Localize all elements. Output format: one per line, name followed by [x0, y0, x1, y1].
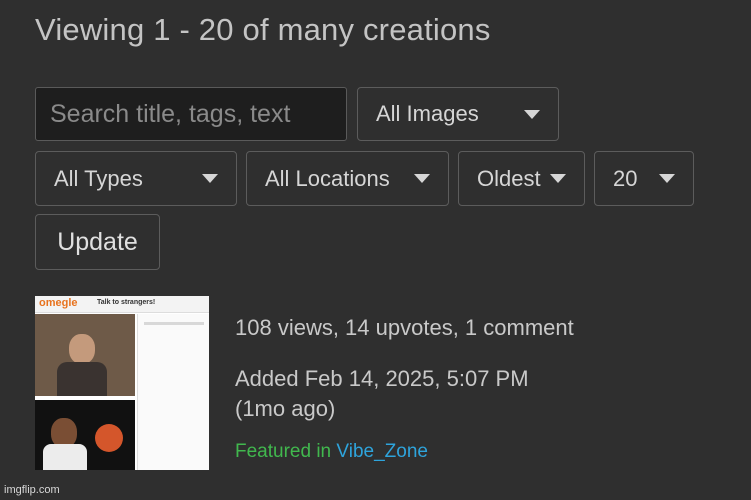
watermark: imgflip.com: [4, 484, 60, 496]
basketball: [95, 424, 123, 452]
post-added-date: Added Feb 14, 2025, 5:07 PM (1mo ago): [235, 364, 529, 424]
page-title: Viewing 1 - 20 of many creations: [35, 12, 491, 47]
added-relative: (1mo ago): [235, 396, 336, 421]
thumbnail-tagline: Talk to strangers!: [97, 299, 156, 306]
chevron-down-icon: [550, 174, 566, 183]
person-body: [43, 444, 87, 470]
type-filter-select[interactable]: All Types: [35, 151, 237, 206]
thumbnail-header: omegle Talk to strangers!: [35, 296, 209, 313]
chat-panel: [137, 314, 209, 470]
featured-in: Featured in Vibe_Zone: [235, 441, 428, 463]
video-feed-top: [35, 314, 135, 396]
omegle-logo: omegle: [39, 297, 78, 309]
search-box[interactable]: [35, 87, 347, 141]
image-filter-label: All Images: [376, 101, 479, 126]
location-filter-label: All Locations: [265, 165, 390, 191]
type-filter-label: All Types: [54, 165, 143, 191]
sort-select[interactable]: Oldest: [458, 151, 585, 206]
search-input[interactable]: [36, 88, 346, 140]
featured-prefix: Featured in: [235, 441, 332, 462]
video-feed-bottom: [35, 400, 135, 470]
person-body: [57, 362, 107, 396]
creation-thumbnail[interactable]: omegle Talk to strangers!: [35, 296, 209, 470]
image-filter-select[interactable]: All Images: [357, 87, 559, 141]
chevron-down-icon: [414, 174, 430, 183]
update-button[interactable]: Update: [35, 214, 160, 270]
post-stats: 108 views, 14 upvotes, 1 comment: [235, 315, 574, 340]
sort-label: Oldest: [477, 165, 541, 191]
stream-link[interactable]: Vibe_Zone: [336, 441, 428, 462]
added-timestamp: Added Feb 14, 2025, 5:07 PM: [235, 366, 529, 391]
chat-line: [144, 322, 204, 325]
chevron-down-icon: [524, 109, 540, 119]
person-face: [69, 334, 95, 364]
location-filter-select[interactable]: All Locations: [246, 151, 449, 206]
chevron-down-icon: [659, 174, 675, 183]
per-page-select[interactable]: 20: [594, 151, 694, 206]
per-page-label: 20: [613, 165, 638, 191]
chevron-down-icon: [202, 174, 218, 183]
